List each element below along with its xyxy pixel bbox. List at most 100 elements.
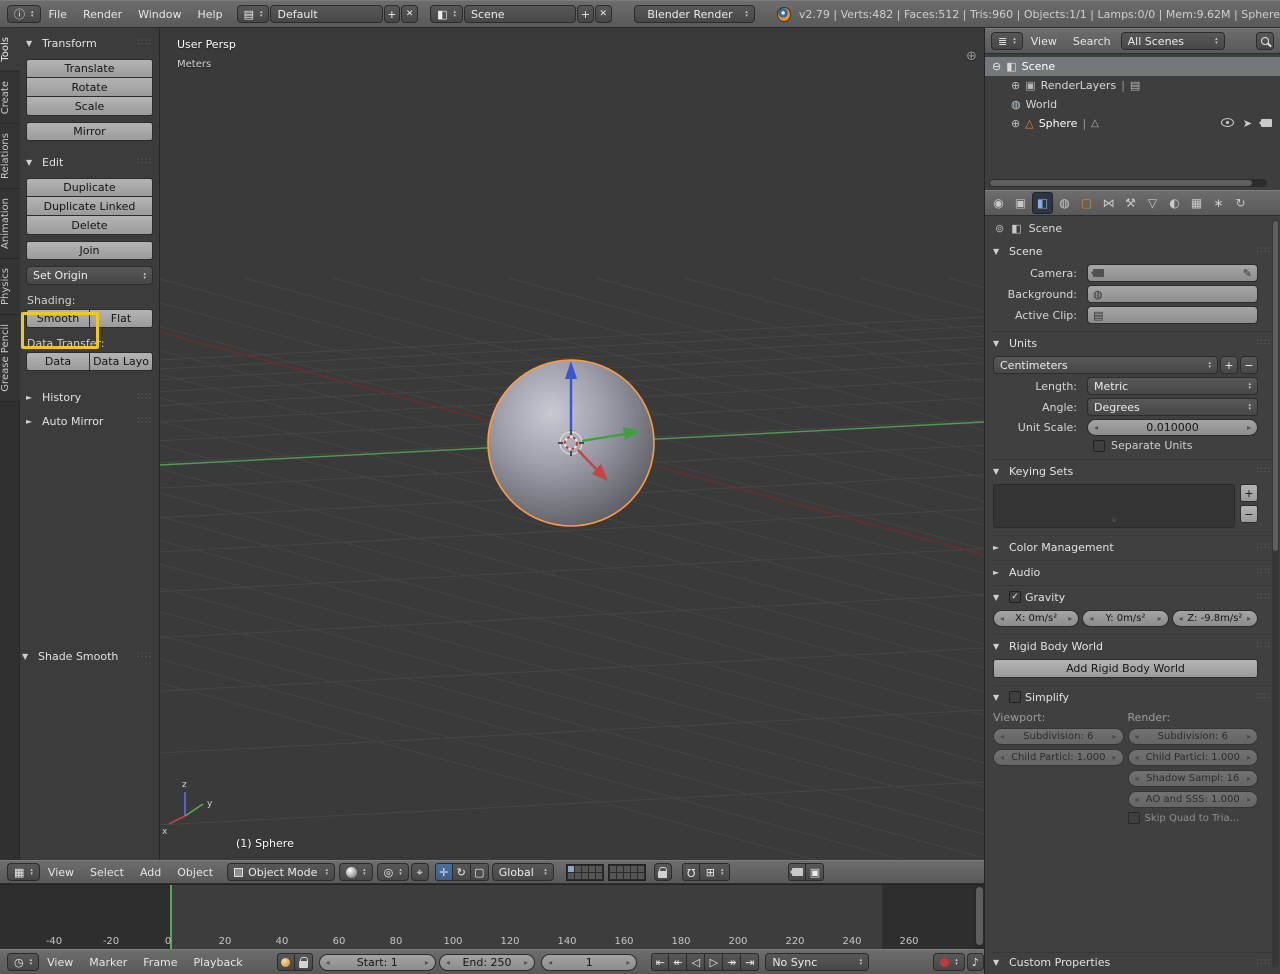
menu-help[interactable]: Help (189, 8, 230, 21)
simplify-panel-header[interactable]: Simplify (993, 687, 1272, 707)
outliner-row-render-layers[interactable]: RenderLayers | (985, 76, 1280, 95)
time-lock-toggle[interactable] (295, 953, 313, 971)
tab-render[interactable] (988, 192, 1009, 214)
delete-scene-button[interactable] (595, 5, 612, 23)
gravity-checkbox[interactable] (1009, 591, 1021, 603)
keying-sets-panel-header[interactable]: Keying Sets (993, 461, 1272, 481)
length-dropdown[interactable]: Metric (1087, 377, 1258, 395)
jump-to-start-button[interactable] (651, 953, 669, 971)
panel-grip-icon[interactable] (138, 157, 153, 167)
mode-dropdown[interactable]: Object Mode (227, 863, 335, 881)
scale-manipulator-toggle[interactable] (471, 863, 489, 881)
auto-mirror-panel-header[interactable]: Auto Mirror (26, 411, 153, 431)
add-screen-layout-button[interactable] (384, 5, 401, 23)
panel-grip-icon[interactable] (138, 416, 153, 426)
mirror-button[interactable]: Mirror (26, 122, 153, 141)
gravity-y-field[interactable]: Y: 0m/s² (1082, 610, 1168, 627)
auto-keyframe-record-button[interactable] (933, 953, 965, 971)
gravity-panel-header[interactable]: Gravity (993, 587, 1272, 607)
unit-system-dropdown[interactable]: Centimeters (993, 356, 1218, 374)
scene-name-field[interactable]: Scene (464, 5, 576, 23)
panel-grip-icon[interactable] (138, 651, 153, 661)
keying-sets-list[interactable] (993, 484, 1235, 528)
panel-grip-icon[interactable] (138, 392, 153, 402)
prev-keyframe-button[interactable] (669, 953, 687, 971)
viewport-menu-select[interactable]: Select (82, 866, 132, 879)
data-button[interactable]: Data (26, 352, 90, 371)
jump-to-end-button[interactable] (741, 953, 759, 971)
simplify-checkbox[interactable] (1009, 691, 1021, 703)
render-subdivision-field[interactable]: Subdivision: 6 (1128, 728, 1259, 745)
opengl-render-image-button[interactable] (788, 863, 806, 881)
play-button[interactable] (705, 953, 723, 971)
collapse-icon[interactable] (992, 61, 1001, 72)
render-child-particles-field[interactable]: Child Particl: 1.000 (1128, 749, 1259, 766)
panel-grip-icon[interactable] (1257, 958, 1272, 968)
pin-icon[interactable] (995, 223, 1004, 234)
menu-render[interactable]: Render (75, 8, 130, 21)
delete-button[interactable]: Delete (26, 216, 153, 235)
shade-smooth-operator-panel-header[interactable]: Shade Smooth (22, 646, 153, 666)
frame-end-field[interactable]: End: 250 (439, 954, 535, 971)
pivot-point-dropdown[interactable] (377, 863, 409, 881)
expand-icon[interactable] (1011, 118, 1020, 129)
edit-panel-header[interactable]: Edit (26, 152, 153, 172)
frame-start-field[interactable]: Start: 1 (319, 954, 436, 971)
info-editor-type-selector[interactable] (7, 5, 41, 23)
outliner-row-sphere[interactable]: Sphere | (985, 114, 1280, 133)
scene-panel-header[interactable]: Scene (993, 241, 1272, 261)
active-clip-field[interactable] (1087, 306, 1258, 324)
menu-window[interactable]: Window (130, 8, 189, 21)
viewport-canvas[interactable]: z y x (160, 28, 984, 860)
play-reverse-button[interactable] (687, 953, 705, 971)
pivot-align-toggle[interactable] (411, 863, 429, 881)
timeline-ruler[interactable]: -40 -20 0 20 40 60 80 100 120 140 160 18… (0, 931, 975, 949)
tab-object-data[interactable] (1142, 192, 1163, 214)
tab-particles[interactable] (1208, 192, 1229, 214)
screen-layout-name-field[interactable]: Default (270, 5, 382, 23)
translate-button[interactable]: Translate (26, 59, 153, 78)
eyedropper-icon[interactable] (1243, 268, 1252, 279)
add-rigid-body-world-button[interactable]: Add Rigid Body World (993, 659, 1258, 678)
properties-scrollbar[interactable] (1272, 220, 1279, 968)
tab-object[interactable] (1076, 192, 1097, 214)
outliner-row-scene[interactable]: Scene (985, 57, 1280, 76)
join-button[interactable]: Join (26, 241, 153, 260)
panel-grip-icon[interactable] (1257, 542, 1272, 552)
tab-material[interactable] (1164, 192, 1185, 214)
viewport-menu-view[interactable]: View (40, 866, 82, 879)
viewport-shading-dropdown[interactable] (339, 863, 373, 881)
render-engine-select[interactable]: Blender Render (634, 5, 755, 23)
add-scene-button[interactable] (577, 5, 594, 23)
outliner-display-filter-dropdown[interactable]: All Scenes (1121, 32, 1225, 50)
audio-panel-header[interactable]: Audio (993, 562, 1272, 582)
outliner-search-button[interactable] (1256, 32, 1274, 50)
ao-sss-field[interactable]: AO and SSS: 1.000 (1128, 791, 1259, 808)
gravity-z-field[interactable]: Z: -9.8m/s² (1172, 610, 1258, 627)
outliner-menu-search[interactable]: Search (1065, 35, 1119, 48)
viewport-menu-add[interactable]: Add (132, 866, 169, 879)
tab-render-layers[interactable] (1010, 192, 1031, 214)
skip-quad-checkbox[interactable] (1128, 812, 1140, 824)
sync-mode-dropdown[interactable]: No Sync (765, 953, 869, 971)
audio-scrub-toggle[interactable] (967, 953, 984, 971)
unit-scale-field[interactable]: 0.010000 (1087, 419, 1258, 436)
timeline-menu-marker[interactable]: Marker (81, 956, 135, 969)
viewport-menu-object[interactable]: Object (169, 866, 221, 879)
snap-element-dropdown[interactable] (700, 863, 731, 881)
remove-keying-set-button[interactable] (1240, 505, 1258, 523)
shelf-tab-grease-pencil[interactable]: Grease Pencil (0, 315, 20, 402)
color-management-panel-header[interactable]: Color Management (993, 537, 1272, 557)
viewport-subdivision-field[interactable]: Subdivision: 6 (993, 728, 1124, 745)
tab-physics[interactable] (1230, 192, 1251, 214)
hide-toggle[interactable] (1221, 117, 1234, 130)
unit-presets-add-button[interactable] (1220, 356, 1238, 374)
layers-group-2[interactable] (608, 864, 646, 881)
opengl-render-anim-button[interactable] (806, 863, 824, 881)
angle-dropdown[interactable]: Degrees (1087, 398, 1258, 416)
selectable-toggle[interactable] (1243, 118, 1252, 129)
shadow-samples-field[interactable]: Shadow Sampl: 16 (1128, 770, 1259, 787)
shelf-tab-relations[interactable]: Relations (0, 124, 20, 189)
shelf-tab-animation[interactable]: Animation (0, 189, 20, 259)
shelf-tab-physics[interactable]: Physics (0, 259, 20, 315)
